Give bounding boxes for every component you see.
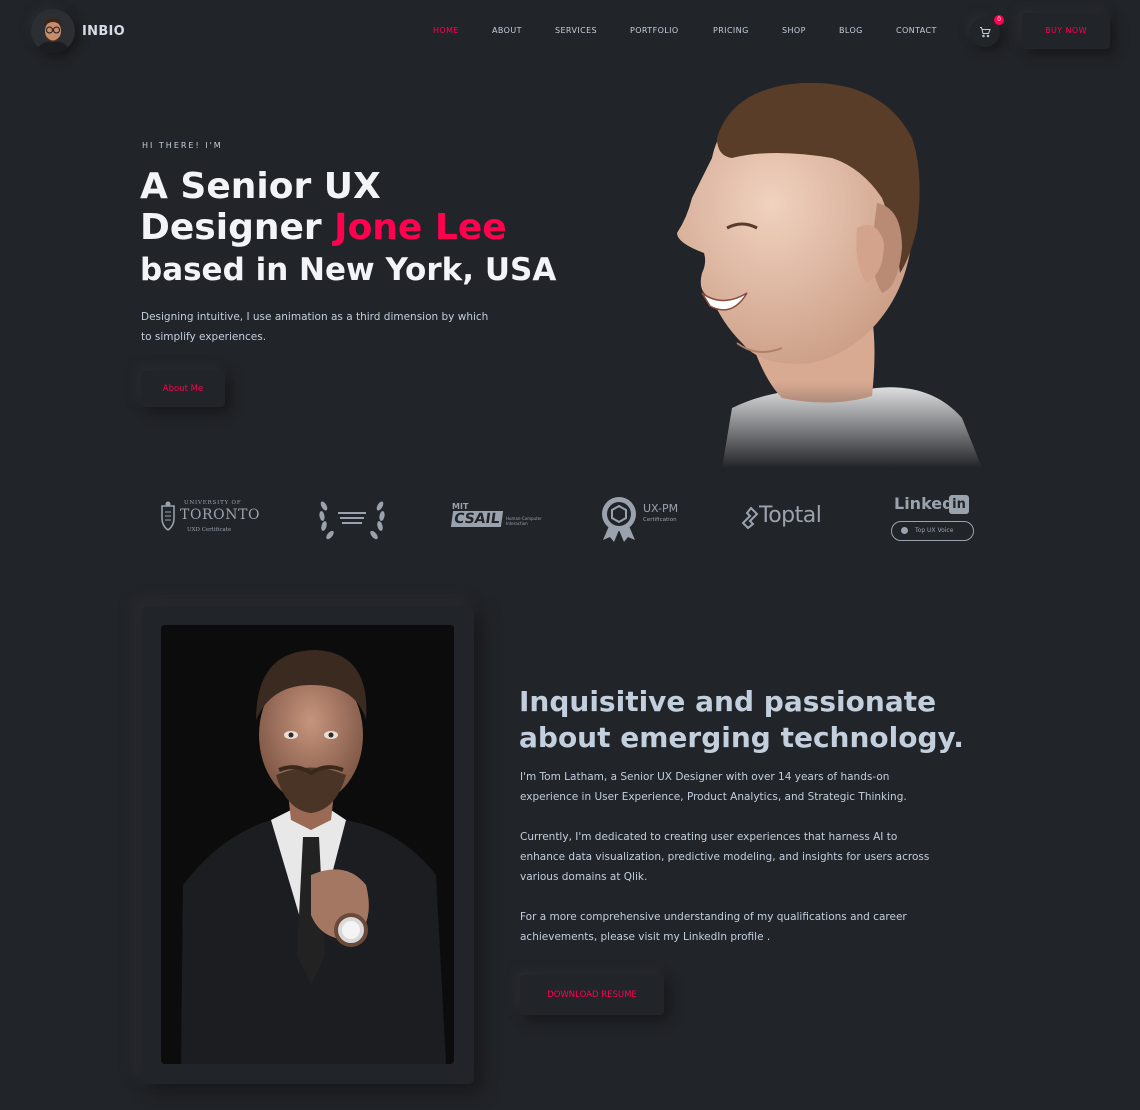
toronto-line3: UXD Certificate	[187, 527, 232, 533]
hero-title-location: based in New York, USA	[140, 252, 557, 288]
toronto-logo: UNIVERSITY OF TORONTO UXD Certificate	[160, 498, 260, 544]
nav-services[interactable]: SERVICES	[555, 26, 597, 35]
about-paragraph-1: I'm Tom Latham, a Senior UX Designer wit…	[520, 771, 907, 803]
laurel-award-icon	[319, 501, 385, 540]
mit-line1: MIT	[452, 502, 469, 511]
uxpm-line1: UX-PM	[643, 502, 679, 515]
nav-blog[interactable]: BLOG	[839, 26, 863, 35]
mit-csail-logo: MIT CSAIL Human-Computer Interaction	[450, 502, 552, 538]
hero-portrait-image	[662, 78, 982, 468]
cart-count-badge: 0	[994, 15, 1004, 25]
toptal-logo: Toptal	[741, 503, 841, 535]
certification-badge-icon	[602, 497, 636, 542]
linkedin-in-icon: in	[949, 495, 969, 514]
mit-line3: Human-Computer Interaction	[506, 516, 542, 526]
about-me-button[interactable]: About Me	[141, 371, 225, 407]
about-paragraph-3: For a more comprehensive understanding o…	[520, 911, 907, 943]
linkedin-badge: Top UX Voice	[915, 527, 954, 534]
mit-line2: CSAIL	[450, 511, 503, 527]
nav-about[interactable]: ABOUT	[492, 26, 522, 35]
linkedin-label: Linked	[894, 494, 954, 513]
uxpm-line2: Certification	[643, 517, 677, 523]
hero-title-part2: Designer	[140, 207, 335, 248]
hero-greeting: HI THERE! I'M	[142, 141, 223, 150]
crest-icon	[161, 501, 175, 531]
toptal-label: Toptal	[759, 503, 822, 528]
about-paragraph-2: Currently, I'm dedicated to creating use…	[520, 831, 930, 883]
brand-avatar[interactable]	[31, 9, 75, 53]
about-portrait-image	[161, 625, 454, 1064]
buy-now-button[interactable]: BUY NOW	[1022, 13, 1110, 49]
hero-title-part1: A Senior UX	[140, 166, 381, 207]
about-heading: Inquisitive and passionate about emergin…	[519, 685, 964, 754]
hero-title-name: Jone Lee	[334, 207, 507, 248]
top-navbar: INBIO HOME ABOUT SERVICES PORTFOLIO PRIC…	[0, 0, 1140, 64]
nav-contact[interactable]: CONTACT	[896, 26, 937, 35]
nav-portfolio[interactable]: PORTFOLIO	[630, 26, 679, 35]
hero-description: Designing intuitive, I use animation as …	[141, 311, 489, 343]
lightbulb-icon	[901, 527, 908, 534]
brand-name[interactable]: INBIO	[82, 24, 125, 39]
credentials-logos: UNIVERSITY OF TORONTO UXD Certificate MI…	[0, 488, 1140, 558]
download-resume-button[interactable]: DOWNLOAD RESUME	[520, 975, 664, 1015]
nav-pricing[interactable]: PRICING	[713, 26, 749, 35]
cart-icon	[980, 27, 991, 38]
linkedin-logo: Linked in Top UX Voice	[890, 494, 980, 544]
toptal-mark-icon	[741, 506, 759, 530]
ux-pm-logo: UX-PM Certification	[600, 496, 700, 546]
nav-home[interactable]: HOME	[433, 26, 459, 35]
toronto-line2: TORONTO	[180, 507, 261, 523]
nav-shop[interactable]: SHOP	[782, 26, 806, 35]
hero-title: A Senior UX Designer Jone Lee based in N…	[140, 166, 560, 291]
toronto-line1: UNIVERSITY OF	[184, 500, 242, 506]
